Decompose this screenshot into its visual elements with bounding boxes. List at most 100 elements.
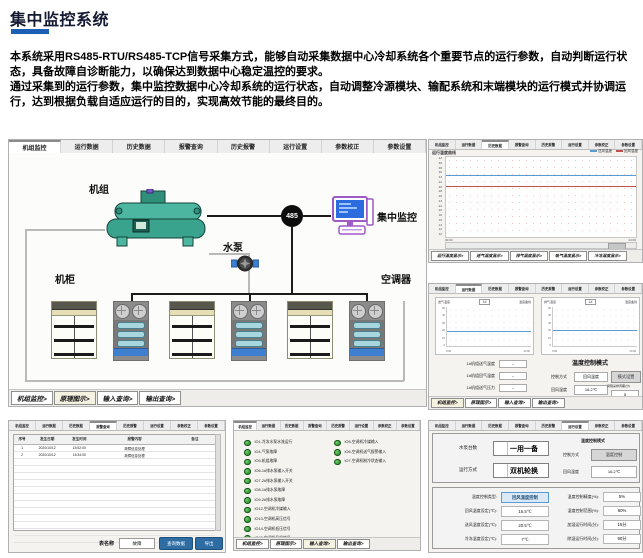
- mode-set-button[interactable]: 模式设置: [611, 371, 641, 383]
- tab[interactable]: 机组监控: [9, 140, 61, 153]
- tab[interactable]: 机组监控: [429, 284, 456, 293]
- tab[interactable]: 历史报警: [536, 284, 563, 293]
- tab[interactable]: 运行数据: [61, 140, 113, 153]
- bottom-tab[interactable]: 吸气温度显示>: [549, 251, 587, 261]
- setting-value[interactable]: 60%: [603, 506, 641, 516]
- field-value[interactable]: --: [499, 360, 527, 368]
- mini-chart2-label: 排气温度: [544, 300, 556, 304]
- tab[interactable]: 运行数据: [257, 421, 280, 430]
- bus-485-node: 485: [281, 205, 303, 227]
- tab[interactable]: 参数校正: [589, 140, 616, 149]
- tab[interactable]: 报警查询: [509, 421, 536, 430]
- bottom-tab[interactable]: 原理图示>: [465, 398, 498, 408]
- tab[interactable]: 历史数据: [482, 421, 509, 430]
- table-scrollbar[interactable]: [215, 434, 221, 531]
- tab[interactable]: 报警查询: [509, 140, 536, 149]
- bottom-tab[interactable]: 机组监控>: [11, 391, 53, 405]
- setting-value[interactable]: 回风温度控制: [501, 492, 549, 503]
- bottom-tab[interactable]: 运行温度显示>: [431, 251, 469, 261]
- tab[interactable]: 历史数据: [63, 421, 90, 430]
- tab[interactable]: 运行数据: [456, 140, 483, 149]
- unit-selector[interactable]: 1#: [479, 299, 491, 305]
- legend-item-blue[interactable]: 送风温度: [590, 149, 612, 154]
- tab[interactable]: 参数设置: [198, 421, 225, 430]
- tab[interactable]: 报警查询: [509, 284, 536, 293]
- tab[interactable]: 参数设置: [397, 421, 420, 430]
- tab[interactable]: 运行设置: [562, 284, 589, 293]
- bottom-tab[interactable]: 原理图示>: [54, 391, 96, 405]
- tab[interactable]: 历史报警: [218, 140, 270, 153]
- bottom-tab[interactable]: 冷冻温度显示>: [588, 251, 626, 261]
- tab[interactable]: 运行数据: [456, 421, 483, 430]
- table-row[interactable]: 22020/10/1215:34:00故障信息处理: [14, 452, 215, 459]
- tab[interactable]: 历史数据: [113, 140, 165, 153]
- tab[interactable]: 运行数据: [36, 421, 63, 430]
- tab[interactable]: 历史数据: [482, 140, 509, 149]
- tab[interactable]: 报警查询: [304, 421, 327, 430]
- setting-value[interactable]: 5%: [603, 492, 641, 502]
- tab[interactable]: 运行设置: [562, 140, 589, 149]
- legend-item-red[interactable]: 回风温度: [616, 149, 638, 154]
- setting-value[interactable]: 7℃: [501, 534, 549, 545]
- mini-yticks: 50403020100: [436, 307, 445, 347]
- bottom-tab[interactable]: 送气温度显示>: [470, 251, 508, 261]
- tab[interactable]: 参数设置: [615, 140, 642, 149]
- bottom-tab[interactable]: 排气温度显示>: [510, 251, 548, 261]
- tab[interactable]: 运行设置: [144, 421, 171, 430]
- return-temp-value[interactable]: 16.2℃: [574, 385, 608, 395]
- field-value[interactable]: --: [499, 372, 527, 380]
- bottom-tab[interactable]: 输出查询>: [139, 391, 181, 405]
- tab[interactable]: 历史报警: [117, 421, 144, 430]
- bottom-tab[interactable]: 机组监控>: [431, 398, 464, 408]
- setting-value[interactable]: 15分: [603, 520, 641, 530]
- bottom-tab[interactable]: 原理图示>: [270, 539, 303, 549]
- tab[interactable]: 参数校正: [589, 284, 616, 293]
- mode-row2-value[interactable]: 16.2℃: [591, 466, 637, 478]
- setting-value[interactable]: 16.5℃: [501, 506, 549, 517]
- bottom-tab[interactable]: 输入查询>: [303, 539, 336, 549]
- bottom-tab[interactable]: 机组监控>: [236, 539, 269, 549]
- table-row[interactable]: 12020/10/1215:52:00故障信息处理: [14, 445, 215, 452]
- tab[interactable]: 参数设置: [615, 421, 642, 430]
- setting-value[interactable]: 20.5℃: [501, 520, 549, 531]
- tab[interactable]: 报警查询: [165, 140, 217, 153]
- tab[interactable]: 运行设置: [270, 140, 322, 153]
- io-label: IO6-1#排水泵输入开关: [255, 469, 293, 474]
- mode-row1-button[interactable]: 温度控制: [591, 449, 637, 461]
- tab[interactable]: 历史报警: [327, 421, 350, 430]
- pump-count-select[interactable]: 一用一备: [493, 441, 549, 456]
- unit-selector[interactable]: 1#: [585, 299, 597, 305]
- legend-swatch-red: [616, 150, 623, 152]
- chart-scrollbar[interactable]: [445, 242, 637, 249]
- field-value[interactable]: --: [499, 384, 527, 392]
- tab[interactable]: 参数设置: [615, 284, 642, 293]
- bottom-tab[interactable]: 输入查询>: [498, 398, 531, 408]
- export-button[interactable]: 导出: [195, 537, 223, 550]
- control-mode-value[interactable]: 回风温度: [574, 372, 608, 382]
- tab[interactable]: 历史数据: [281, 421, 304, 430]
- bottom-tab[interactable]: 输出查询>: [532, 398, 565, 408]
- tab[interactable]: 参数校正: [171, 421, 198, 430]
- y-tick: 14: [430, 223, 443, 227]
- tab[interactable]: 历史数据: [482, 284, 509, 293]
- tab[interactable]: 参数校正: [322, 140, 374, 153]
- query-button[interactable]: 查询数据: [159, 537, 193, 550]
- tab[interactable]: 参数校正: [374, 421, 397, 430]
- tab[interactable]: 运行数据: [456, 284, 483, 293]
- table-name-input[interactable]: 故障: [119, 538, 155, 549]
- tab[interactable]: 运行设置: [562, 421, 589, 430]
- run-mode-select[interactable]: 双机轮换: [493, 463, 549, 478]
- tab[interactable]: 参数校正: [589, 421, 616, 430]
- bottom-tab[interactable]: 输入查询>: [97, 391, 139, 405]
- tab[interactable]: 参数设置: [374, 140, 426, 153]
- tab[interactable]: 历史报警: [536, 421, 563, 430]
- tab[interactable]: 机组监控: [234, 421, 257, 430]
- tab[interactable]: 报警查询: [90, 421, 117, 430]
- tab[interactable]: 运行设置: [350, 421, 373, 430]
- tab[interactable]: 机组监控: [9, 421, 36, 430]
- tab[interactable]: 历史报警: [536, 140, 563, 149]
- tab[interactable]: 机组监控: [429, 140, 456, 149]
- tab[interactable]: 机组监控: [429, 421, 456, 430]
- setting-value[interactable]: 90分: [603, 534, 641, 544]
- bottom-tab[interactable]: 输出查询>: [337, 539, 370, 549]
